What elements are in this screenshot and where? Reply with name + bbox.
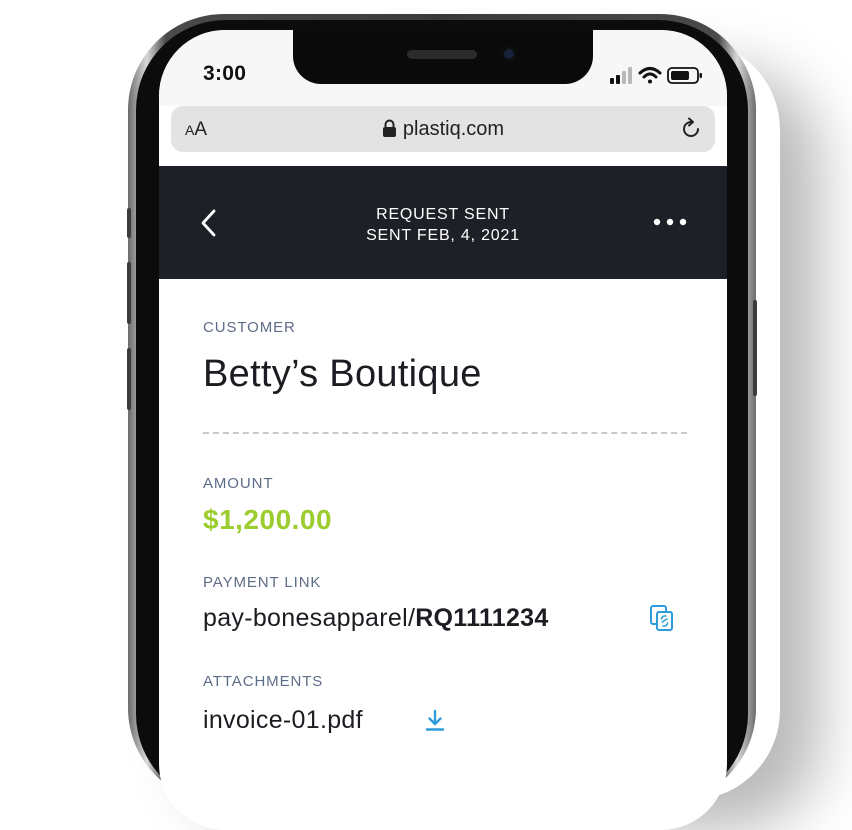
status-icons: [610, 67, 702, 84]
power-button: [753, 300, 757, 396]
speaker: [407, 50, 477, 59]
attachments-label: ATTACHMENTS: [203, 673, 324, 690]
browser-url-bar[interactable]: AA plastiq.com: [171, 106, 715, 152]
payment-link: pay-bonesapparel/RQ1111234: [203, 604, 549, 633]
download-icon[interactable]: [425, 709, 445, 733]
customer-name: Betty’s Boutique: [203, 353, 482, 395]
header-title: REQUEST SENT SENT FEB, 4, 2021: [159, 204, 727, 246]
status-time: 3:00: [203, 62, 247, 85]
wifi-icon: [638, 67, 662, 84]
volume-up-button: [127, 262, 131, 324]
url-text: plastiq.com: [402, 118, 505, 140]
phone-screen: 3:00 AA plastiq.com REQUEST SENT SENT FE…: [159, 30, 727, 830]
front-camera: [501, 46, 517, 62]
url-display[interactable]: plastiq.com: [171, 118, 715, 141]
payment-link-label: PAYMENT LINK: [203, 574, 322, 591]
payment-link-prefix: pay-bonesapparel/: [203, 604, 416, 632]
app-header: REQUEST SENT SENT FEB, 4, 2021: [159, 166, 727, 279]
status-bar: 3:00: [159, 30, 727, 106]
battery-icon: [667, 67, 702, 84]
more-icon[interactable]: [653, 216, 687, 228]
amount-label: AMOUNT: [203, 475, 274, 492]
signal-icon: [610, 67, 632, 84]
amount-value: $1,200.00: [203, 504, 333, 535]
customer-label: CUSTOMER: [203, 319, 296, 336]
notch: [293, 30, 593, 84]
volume-down-button: [127, 348, 131, 410]
attachment-file-name[interactable]: invoice-01.pdf: [203, 706, 363, 735]
copy-icon[interactable]: [649, 604, 675, 632]
lock-icon: [382, 119, 396, 137]
reload-icon[interactable]: [679, 117, 703, 141]
mute-switch: [127, 208, 131, 238]
payment-link-code: RQ1111234: [415, 604, 549, 632]
section-divider: [203, 432, 687, 434]
header-title-date: SENT FEB, 4, 2021: [366, 227, 520, 244]
header-title-status: REQUEST SENT: [376, 206, 510, 223]
